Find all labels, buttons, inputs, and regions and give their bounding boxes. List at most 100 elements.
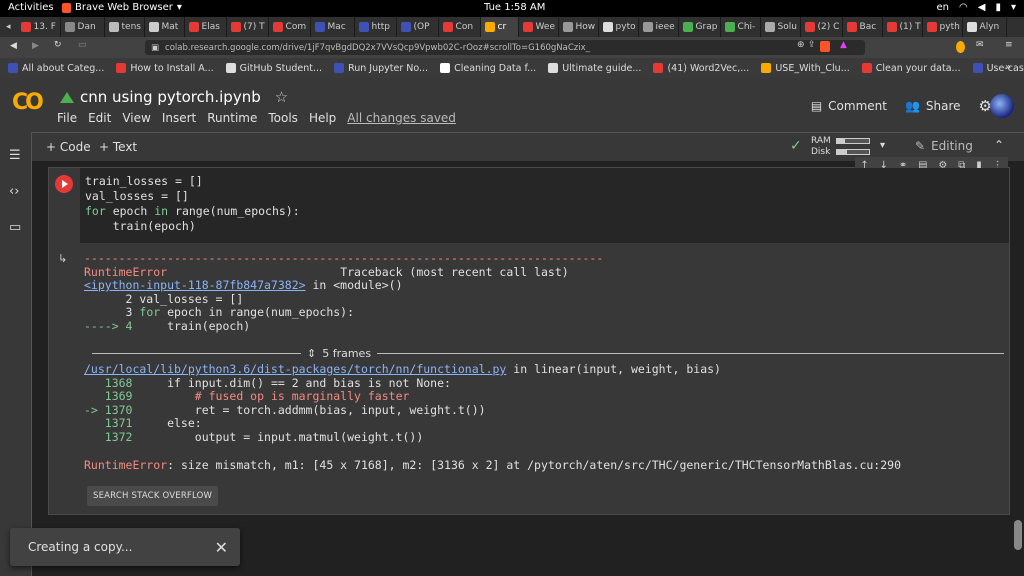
- browser-tab[interactable]: Bac: [843, 17, 883, 37]
- browser-tab[interactable]: Mac: [311, 17, 355, 37]
- menu-insert[interactable]: Insert: [162, 111, 196, 125]
- code-editor[interactable]: train_losses = [] val_losses = [] for epoc…: [80, 168, 1009, 243]
- collapse-header-icon[interactable]: ⌃: [994, 138, 1004, 152]
- code-line: train(epoch): [85, 219, 196, 233]
- browser-tab[interactable]: cr: [480, 17, 519, 37]
- browser-tab[interactable]: Grap: [679, 17, 721, 37]
- header-actions: ▤ Comment 👥 Share ⚙: [811, 97, 992, 115]
- ipython-input-link[interactable]: <ipython-input-118-87fb847a7382>: [84, 278, 306, 292]
- menu-tools[interactable]: Tools: [268, 111, 298, 125]
- star-icon[interactable]: ☆: [275, 88, 288, 106]
- share-page-icon[interactable]: ⇪: [808, 40, 816, 50]
- browser-tab[interactable]: Chi-: [721, 17, 761, 37]
- notebook-title[interactable]: cnn using pytorch.ipynb: [80, 88, 261, 106]
- bookmark-icon[interactable]: ▭: [78, 40, 87, 50]
- reload-icon[interactable]: ↻: [54, 40, 62, 50]
- tab-favicon-icon: [442, 22, 453, 32]
- bookmark-item[interactable]: Run Jupyter No...: [334, 63, 428, 74]
- files-icon[interactable]: ▭: [9, 220, 21, 235]
- scrollbar-thumb[interactable]: [1014, 520, 1022, 550]
- battery-icon: ▮: [995, 2, 1001, 13]
- bookmark-item[interactable]: How to Install A...: [116, 63, 214, 74]
- browser-tab[interactable]: 13. F: [17, 17, 61, 37]
- bookmark-favicon-icon: [225, 63, 236, 73]
- menu-file[interactable]: File: [57, 111, 77, 125]
- avatar[interactable]: [990, 94, 1014, 118]
- browser-tab[interactable]: pyth: [923, 17, 963, 37]
- bookmark-favicon-icon: [653, 63, 664, 73]
- address-toolbar: ◀ ▶ ↻ ▭ ▣ colab.research.google.com/driv…: [0, 37, 1024, 58]
- browser-tab[interactable]: Mat: [145, 17, 185, 37]
- chevron-down-icon: ▾: [176, 2, 182, 13]
- menu-bar: File Edit View Insert Runtime Tools Help…: [57, 111, 456, 125]
- bookmark-item[interactable]: Clean your data...: [861, 62, 961, 74]
- bookmark-label: Clean your data...: [875, 62, 961, 74]
- browser-tab[interactable]: tens: [105, 17, 145, 37]
- browser-tab[interactable]: Solu: [761, 17, 801, 37]
- extension-icon[interactable]: [956, 41, 965, 53]
- tab-label: Dan: [77, 22, 96, 32]
- browser-tab[interactable]: Dan: [61, 17, 105, 37]
- brave-rewards-icon[interactable]: ▲: [840, 40, 847, 50]
- brave-shields-icon[interactable]: [820, 41, 830, 52]
- browser-tab[interactable]: (1) T: [883, 17, 923, 37]
- collapsed-frames[interactable]: ⇕ 5 frames: [92, 345, 1004, 361]
- bookmark-item[interactable]: Use-cases of G...: [972, 63, 1024, 74]
- bookmark-item[interactable]: (41) Word2Vec,...: [653, 63, 749, 74]
- bookmarks-overflow-icon[interactable]: »: [1005, 62, 1011, 73]
- bookmark-item[interactable]: Cleaning Data f...: [440, 63, 536, 74]
- bookmark-item[interactable]: USE_With_Clu...: [761, 63, 850, 74]
- error-message: RuntimeError: size mismatch, m1: [45 x 7…: [84, 458, 901, 472]
- browser-tab[interactable]: Wee: [519, 17, 559, 37]
- browser-tab[interactable]: Elas: [185, 17, 227, 37]
- divider: [377, 352, 1004, 354]
- browser-tab[interactable]: (2) C: [801, 17, 843, 37]
- add-text-button[interactable]: + Text: [99, 140, 137, 154]
- bookmark-item[interactable]: GitHub Student...: [225, 63, 322, 74]
- language-indicator[interactable]: en: [937, 2, 950, 13]
- browser-menu-icon[interactable]: ≡: [1005, 40, 1013, 50]
- mail-icon[interactable]: ✉: [976, 40, 984, 50]
- activities-button[interactable]: Activities: [8, 2, 54, 13]
- bookmark-item[interactable]: All about Categ...: [8, 63, 104, 74]
- browser-tab[interactable]: Com: [269, 17, 311, 37]
- runtime-dropdown-icon[interactable]: ▾: [880, 140, 885, 151]
- url-field[interactable]: ▣ colab.research.google.com/drive/1jF7qv…: [145, 40, 865, 55]
- browser-tab[interactable]: Alyn: [963, 17, 1007, 37]
- bookmark-item[interactable]: Ultimate guide...: [548, 63, 641, 74]
- tab-list-icon[interactable]: ◂: [0, 22, 17, 32]
- browser-tab[interactable]: pyto: [599, 17, 639, 37]
- menu-help[interactable]: Help: [309, 111, 336, 125]
- code-snippets-icon[interactable]: ‹›: [9, 184, 19, 199]
- run-cell-button[interactable]: [55, 175, 73, 193]
- functional-py-link[interactable]: /usr/local/lib/python3.6/dist-packages/t…: [84, 362, 506, 376]
- comment-button[interactable]: ▤ Comment: [811, 99, 887, 113]
- menu-view[interactable]: View: [122, 111, 150, 125]
- disk-meter[interactable]: [836, 149, 870, 155]
- add-code-button[interactable]: + Code: [46, 140, 91, 154]
- ram-meter[interactable]: [836, 138, 870, 144]
- save-status[interactable]: All changes saved: [347, 111, 456, 125]
- close-icon[interactable]: ✕: [215, 538, 228, 557]
- output-actions-icon[interactable]: ↳: [58, 252, 67, 265]
- table-of-contents-icon[interactable]: ☰: [9, 148, 21, 163]
- forward-icon[interactable]: ▶: [32, 41, 39, 51]
- browser-tab[interactable]: (OP: [397, 17, 439, 37]
- browser-tab[interactable]: ieee: [639, 17, 679, 37]
- browser-tab[interactable]: How: [559, 17, 599, 37]
- editing-mode-button[interactable]: ✎ Editing: [915, 139, 973, 153]
- back-icon[interactable]: ◀: [10, 41, 17, 51]
- app-name: Brave Web Browser: [75, 2, 173, 13]
- search-stack-overflow-button[interactable]: SEARCH STACK OVERFLOW: [87, 486, 219, 506]
- system-tray[interactable]: en ◠ ◀ ▮ ▾: [937, 2, 1016, 13]
- menu-runtime[interactable]: Runtime: [207, 111, 257, 125]
- browser-tab[interactable]: (7) T: [227, 17, 269, 37]
- browser-tab[interactable]: http: [355, 17, 397, 37]
- share-button[interactable]: 👥 Share: [905, 99, 961, 113]
- menu-edit[interactable]: Edit: [88, 111, 111, 125]
- browser-tab[interactable]: Con: [439, 17, 481, 37]
- system-clock[interactable]: Tue 1:58 AM: [484, 2, 545, 13]
- app-menu[interactable]: Brave Web Browser ▾: [62, 2, 182, 13]
- zoom-icon[interactable]: ⊕: [797, 40, 805, 50]
- colab-logo[interactable]: CO: [12, 90, 44, 115]
